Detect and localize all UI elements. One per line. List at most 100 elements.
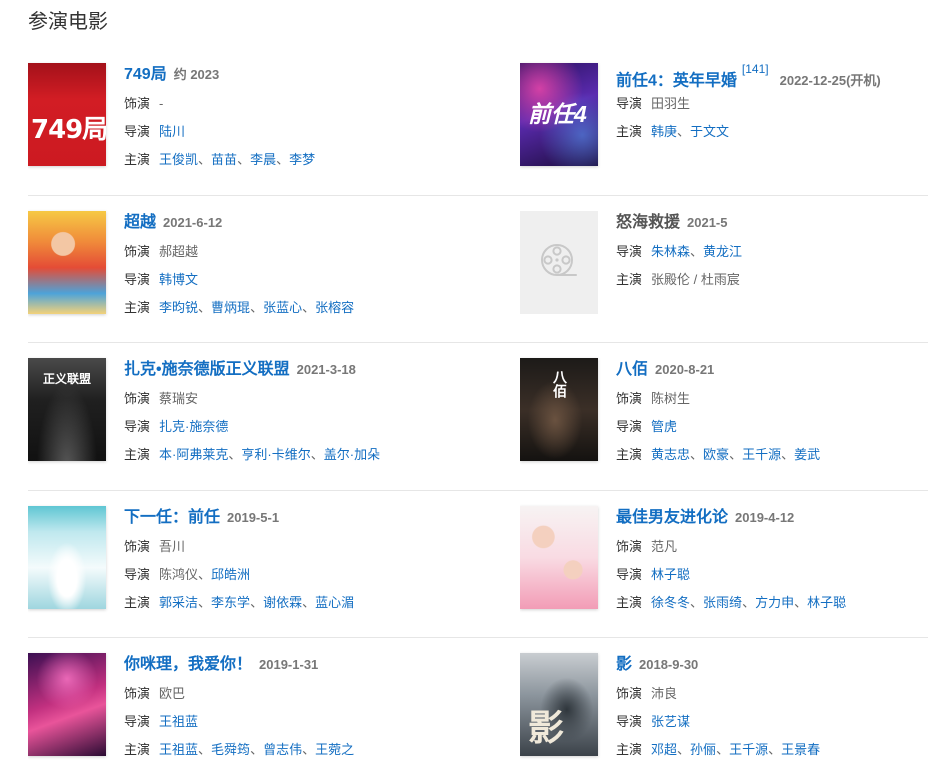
person-link[interactable]: 张艺谋 (651, 714, 690, 729)
poster-lettering: 八佰 (552, 370, 568, 398)
person-link[interactable]: 李昀锐 (159, 300, 198, 315)
name-separator: 、 (690, 243, 704, 259)
person-link[interactable]: 李梦 (289, 152, 315, 167)
cast-value: 徐冬冬、张雨绮、方力申、林子聪 (651, 595, 846, 610)
director-line: 导演 王祖蓝 (124, 708, 520, 736)
person-link[interactable]: 李晨 (250, 152, 276, 167)
movie-info: 八佰 2020-8-21 饰演 陈树生 导演 管虎 主演 黄志忠、欧豪、王千源、姜武 (616, 358, 928, 469)
person-link[interactable]: 亨利·卡维尔 (241, 447, 310, 462)
director-value: 林子聪 (651, 567, 690, 582)
movie-title-line: 前任4：英年早婚 [141] 2022-12-25(开机) (616, 63, 928, 89)
person-name: 范凡 (651, 538, 678, 554)
name-separator: 、 (250, 594, 264, 610)
person-link[interactable]: 朱林森 (651, 244, 690, 259)
cast-value: 王祖蓝、毛舜筠、曾志伟、王菀之 (159, 742, 354, 757)
person-link[interactable]: 张蓝心 (263, 300, 302, 315)
person-link[interactable]: 王祖蓝 (159, 714, 198, 729)
person-link[interactable]: 曹炳琨 (211, 300, 250, 315)
reference-link[interactable]: [141] (742, 63, 769, 76)
movie-poster[interactable] (28, 653, 106, 756)
movie-poster[interactable]: 749局 (28, 63, 106, 166)
person-link[interactable]: 蓝心湄 (315, 595, 354, 610)
person-link[interactable]: 扎克·施奈德 (159, 419, 228, 434)
director-line: 导演 朱林森、黄龙江 (616, 238, 928, 266)
movie-title-link[interactable]: 扎克•施奈德版正义联盟 (124, 361, 290, 378)
movie-poster[interactable] (520, 505, 598, 609)
movie-title-link[interactable]: 749局 (124, 66, 167, 83)
role-label: 饰演 (616, 391, 643, 406)
person-link[interactable]: 盖尔·加朵 (324, 447, 380, 462)
person-link[interactable]: 欧豪 (703, 447, 729, 462)
cast-label: 主演 (616, 124, 643, 139)
person-link[interactable]: 王俊凯 (159, 152, 198, 167)
person-link[interactable]: 谢依霖 (263, 595, 302, 610)
cast-line: 主演 徐冬冬、张雨绮、方力申、林子聪 (616, 589, 928, 617)
movie-info: 749局约 2023 饰演 - 导演 陆川 主演 王俊凯、苗苗、李晨、李梦 (124, 63, 520, 174)
cast-line: 主演 李昀锐、曹炳琨、张蓝心、张榕容 (124, 294, 520, 322)
person-link[interactable]: 黄龙江 (703, 244, 742, 259)
person-link[interactable]: 林子聪 (651, 567, 690, 582)
director-value: 韩博文 (159, 272, 198, 287)
movie-poster[interactable]: 正义联盟 (28, 358, 106, 461)
film-reel-graphic (541, 244, 577, 276)
role-value: 欧巴 (159, 686, 185, 701)
person-link[interactable]: 张榕容 (315, 300, 354, 315)
person-link[interactable]: 邱皓洲 (211, 567, 250, 582)
release-date: 2019-5-1 (227, 509, 280, 525)
director-line: 导演 田羽生 (616, 90, 928, 118)
person-link[interactable]: 曾志伟 (263, 742, 302, 757)
movie-title-link[interactable]: 下一任：前任 (124, 509, 220, 526)
movie-title-link[interactable]: 你咪理，我爱你！ (124, 656, 252, 673)
movie-title-link[interactable]: 影 (616, 656, 632, 673)
movie-poster[interactable]: 前任4 (520, 63, 598, 166)
role-line: 饰演 - (124, 90, 520, 118)
person-link[interactable]: 王祖蓝 (159, 742, 198, 757)
name-separator: 、 (690, 594, 704, 610)
person-link[interactable]: 韩庚 (651, 124, 677, 139)
person-link[interactable]: 陆川 (159, 124, 185, 139)
cast-value: 张殿伦 / 杜雨宸 (651, 272, 740, 287)
person-link[interactable]: 林子聪 (807, 595, 846, 610)
movie-item: 749局 749局约 2023 饰演 - 导演 陆川 主演 王俊凯、苗苗、李晨、李梦 (28, 48, 520, 196)
movie-item: 下一任：前任 2019-5-1 饰演 吾川 导演 陈鸿仪、邱皓洲 主演 郭采洁、李东学、谢依霖… (28, 491, 520, 638)
person-link[interactable]: 孙俪 (690, 742, 716, 757)
person-link[interactable]: 管虎 (651, 419, 677, 434)
person-link[interactable]: 王景春 (781, 742, 820, 757)
movie-title: 怒海救援 (616, 213, 681, 231)
cast-line: 主演 本·阿弗莱克、亨利·卡维尔、盖尔·加朵 (124, 441, 520, 469)
person-link[interactable]: 方力申 (755, 595, 794, 610)
person-link[interactable]: 王菀之 (315, 742, 354, 757)
person-link[interactable]: 王千源 (742, 447, 781, 462)
person-link[interactable]: 张雨绮 (703, 595, 742, 610)
person-link[interactable]: 徐冬冬 (651, 595, 690, 610)
movie-poster[interactable]: 影 (520, 653, 598, 756)
person-link[interactable]: 李东学 (211, 595, 250, 610)
movie-title-link[interactable]: 超越 (124, 214, 156, 231)
movie-title-link[interactable]: 最佳男友进化论 (616, 509, 728, 526)
director-line: 导演 管虎 (616, 413, 928, 441)
person-link[interactable]: 郭采洁 (159, 595, 198, 610)
person-name: 张殿伦 (651, 271, 691, 287)
role-line: 饰演 郝超越 (124, 238, 520, 266)
director-label: 导演 (124, 124, 151, 139)
movie-title-link[interactable]: 八佰 (616, 361, 648, 378)
director-line: 导演 陆川 (124, 118, 520, 146)
cast-line: 主演 郭采洁、李东学、谢依霖、蓝心湄 (124, 589, 520, 617)
person-link[interactable]: 苗苗 (211, 152, 237, 167)
person-name: 陈鸿仪 (159, 566, 199, 582)
movie-poster[interactable] (28, 505, 106, 609)
person-link[interactable]: 于文文 (690, 124, 729, 139)
person-link[interactable]: 毛舜筠 (211, 742, 250, 757)
movie-poster[interactable]: 八佰 (520, 358, 598, 461)
person-link[interactable]: 姜武 (794, 447, 820, 462)
person-link[interactable]: 本·阿弗莱克 (159, 447, 228, 462)
person-link[interactable]: 黄志忠 (651, 447, 690, 462)
person-link[interactable]: 王千源 (729, 742, 768, 757)
person-link[interactable]: 邓超 (651, 742, 677, 757)
name-separator: 、 (677, 124, 691, 139)
movie-poster[interactable] (28, 210, 106, 314)
cast-value: 本·阿弗莱克、亨利·卡维尔、盖尔·加朵 (159, 447, 380, 462)
movie-title-link[interactable]: 前任4：英年早婚 (616, 72, 737, 89)
role-label: 饰演 (616, 686, 643, 701)
person-link[interactable]: 韩博文 (159, 272, 198, 287)
